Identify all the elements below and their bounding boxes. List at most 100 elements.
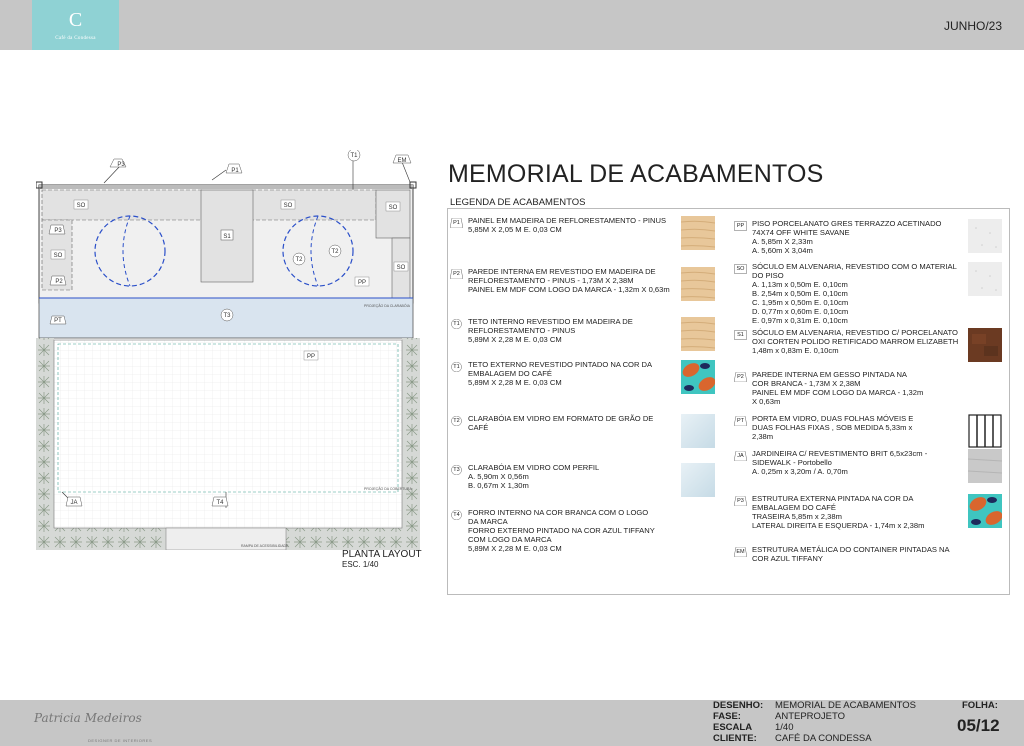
legend-code-badge: T4 [450,510,463,520]
legend-text-line: 5,85M X 2,05 M E. 0,03 CM [468,225,562,234]
note-projecao-claraboia: PROJEÇÃO DA CLARABÓIA [364,303,411,308]
legend-title: LEGENDA DE ACABAMENTOS [450,197,586,208]
svg-text:T2: T2 [295,257,303,263]
svg-text:SO: SO [389,205,398,211]
legend-text-line: REFLORESTAMENTO - PINUS - 1,73M X 2,38M [468,276,634,285]
legend-text-line: A. 0,25m x 3,20m / A. 0,70m [752,467,848,476]
legend-text-line: TRASEIRA 5,85m x 2,38m [752,512,842,521]
svg-text:SO: SO [54,253,63,259]
plan-title: PLANTA LAYOUT [342,549,422,560]
tag-text: P3 [117,162,125,168]
legend-text-line: A. 1,13m x 0,50m E. 0,10cm [752,280,848,289]
folha-value: 05/12 [957,716,1000,735]
desenho-label: DESENHO: [713,700,764,711]
legend-code-badge: PP [734,221,747,231]
legend-code-badge: P1 [450,218,463,228]
legend-text-line: 1,48m x 0,83m E. 0,10cm [752,346,839,355]
legend-text-line: COM LOGO DA MARCA [468,535,552,544]
legend-text-line: E. 0,97m x 0,31m E. 0,10cm [752,316,848,325]
legend-code: PT [736,418,745,424]
legend-code-badge: T2 [450,416,463,426]
legend-text-line: PAREDE INTERNA EM GESSO PINTADA NA [752,370,907,379]
legend-code-badge: JA [734,451,747,461]
legend-text-line: X 0,63m [752,397,781,406]
fase-value: ANTEPROJETO [775,711,846,722]
legend-code-badge: S1 [734,330,747,340]
legend-text-line: 5,89M X 2,28 M E. 0,03 CM [468,335,562,344]
legend-text-line: PORTA EM VIDRO, DUAS FOLHAS MÓVEIS E [752,414,914,423]
page-title: MEMORIAL DE ACABAMENTOS [448,160,824,188]
legend-code: S1 [737,332,744,338]
desenho-value: MEMORIAL DE ACABAMENTOS [775,700,916,711]
legend-text-line: PAINEL EM MDF COM LOGO DA MARCA - 1,32m … [468,285,670,294]
legend-text-line: COR BRANCA - 1,73M X 2,38M [752,379,861,388]
plan-tags: P3 P1 T1 EM SO SO SO SO SO P3 P2 S1 T2 T… [48,150,412,548]
legend-text-line: SÓCULO EM ALVENARIA, REVESTIDO C/ PORCEL… [752,328,958,337]
legend-code-badge: EM [734,547,747,557]
legend-code-badge: T3 [450,465,463,475]
tag-p1-top: P1 [225,163,243,174]
swatch-wood [680,317,716,351]
floor-plan: P3 P1 T1 EM SO SO SO SO SO P3 P2 S1 T2 T… [36,150,426,550]
swatch-glass [681,463,715,497]
swatch-door [968,414,1002,448]
swatch-concrete [967,449,1003,483]
legend-text-line: OXI CORTEN POLIDO RETIFICADO MARROM ELIZ… [752,337,959,346]
legend-code: JA [737,453,744,459]
signature-sub: DESIGNER DE INTERIORES [88,738,152,743]
logo-letter: C [68,9,83,31]
cliente-label: CLIENTE: [713,733,757,744]
legend-text-line: A. 5,90m X 0,56m [468,472,529,481]
signature-first: Patricia Medeiros [33,711,142,725]
note-rampa: RAMPA DE ACESSIBILIDADE [241,544,289,548]
tag-p3-top: P3 [109,158,127,168]
legend-text-line: EMBALAGEM DO CAFÉ [752,503,836,512]
escala-value: 1/40 [775,722,794,733]
legend-code: T1 [453,321,460,327]
swatch-corten [968,328,1002,362]
legend-text-line: DO PISO [752,271,784,280]
legend-code-badge: PT [734,416,747,426]
folha-label: FOLHA: [962,700,998,711]
legend-text-line: EMBALAGEM DO CAFÉ [468,369,552,378]
legend-code: P1 [453,220,460,226]
legend-code: P2 [453,271,460,277]
legend-code: T2 [453,418,460,424]
svg-text:JA: JA [70,500,77,506]
header-date: JUNHO/23 [943,19,1002,33]
swatch-wood [680,216,716,250]
svg-text:T2: T2 [331,249,339,255]
svg-text:PP: PP [358,280,366,286]
legend-code: PP [736,223,745,229]
legend-text-line: 5,89M X 2,28 M E. 0,03 CM [468,544,562,553]
svg-text:P2: P2 [55,279,63,285]
legend-text-line: A. 5,60m X 3,04m [752,246,813,255]
legend-text-line: ESTRUTURA EXTERNA PINTADA NA COR DA [752,494,914,503]
svg-text:SO: SO [397,265,406,271]
legend-code-badge: P2 [450,269,463,279]
legend-text-line: LATERAL DIREITA E ESQUERDA - 1,74m x 2,3… [752,521,925,530]
fase-label: FASE: [713,711,741,722]
legend-text-line: CLARABÓIA EM VIDRO COM PERFIL [468,463,600,472]
legend-text-line: REFLORESTAMENTO - PINUS [468,326,576,335]
legend-text-line: A. 5,85m X 2,33m [752,237,813,246]
svg-text:PT: PT [54,318,62,324]
legend-code-badge: T1 [450,362,463,372]
legend-text-line: CAFÉ [468,423,489,432]
legend-text-line: PAINEL EM MDF COM LOGO DA MARCA - 1,32m [752,388,924,397]
legend-code-badge: P2 [734,372,747,382]
legend-text-line: CLARABÓIA EM VIDRO EM FORMATO DE GRÃO DE [468,414,654,423]
header-bar: C Café da Condessa JUNHO/23 [0,0,1024,50]
legend-code: SO [736,266,745,272]
svg-text:SO: SO [284,203,293,209]
legend-code: EM [736,549,745,555]
legend-code-badge: SO [734,264,747,274]
legend-code: P3 [737,498,744,504]
legend-text-line: JARDINEIRA C/ REVESTIMENTO BRIT 6,5x23cm… [752,449,928,458]
legend-text-line: D. 0,77m x 0,60m E. 0,10cm [752,307,849,316]
legend-text-line: COR AZUL TIFFANY [752,554,823,563]
legend-code: P2 [737,374,744,380]
svg-text:P3: P3 [54,228,62,234]
svg-text:P1: P1 [231,168,239,174]
svg-text:T1: T1 [350,153,358,159]
